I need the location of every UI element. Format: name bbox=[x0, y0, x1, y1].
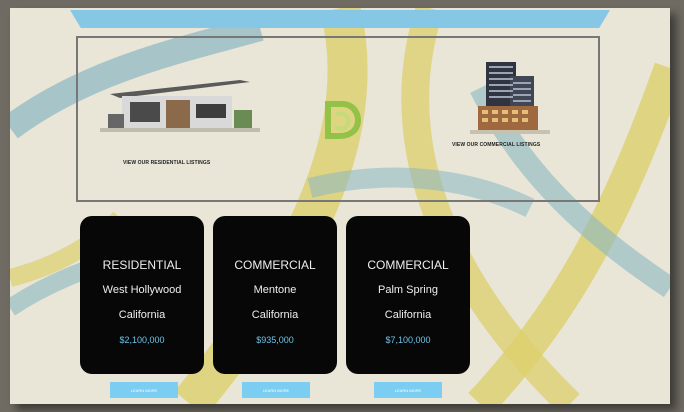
property-price: $2,100,000 bbox=[119, 335, 165, 345]
property-state: California bbox=[251, 309, 299, 321]
property-state: California bbox=[384, 309, 432, 321]
property-city: West Hollywood bbox=[102, 284, 182, 296]
property-card[interactable]: COMMERCIAL Palm Spring California $7,100… bbox=[346, 216, 470, 374]
property-card[interactable]: COMMERCIAL Mentone California $935,000 bbox=[213, 216, 337, 374]
property-type: COMMERCIAL bbox=[367, 258, 449, 272]
residential-listings-link[interactable]: VIEW OUR RESIDENTIAL LISTINGS bbox=[123, 160, 210, 166]
property-type: RESIDENTIAL bbox=[102, 258, 182, 272]
property-city: Palm Spring bbox=[378, 284, 438, 296]
listings-panel: VIEW OUR RESIDENTIAL LISTINGS VIEW OUR C… bbox=[76, 36, 600, 202]
learn-more-button[interactable]: LEARN MORE bbox=[110, 382, 178, 398]
top-banner bbox=[70, 10, 610, 28]
property-type: COMMERCIAL bbox=[234, 258, 316, 272]
property-state: California bbox=[118, 309, 166, 321]
commercial-listings-link[interactable]: VIEW OUR COMMERCIAL LISTINGS bbox=[452, 142, 540, 148]
residential-house-image[interactable] bbox=[100, 74, 260, 134]
property-city: Mentone bbox=[253, 284, 297, 296]
page-frame: VIEW OUR RESIDENTIAL LISTINGS VIEW OUR C… bbox=[10, 8, 670, 404]
property-price: $7,100,000 bbox=[385, 335, 431, 345]
property-price: $935,000 bbox=[256, 335, 294, 345]
property-card[interactable]: RESIDENTIAL West Hollywood California $2… bbox=[80, 216, 204, 374]
brand-logo-icon bbox=[325, 101, 362, 139]
commercial-building-image[interactable] bbox=[470, 56, 550, 136]
learn-more-button[interactable]: LEARN MORE bbox=[242, 382, 310, 398]
learn-more-button[interactable]: LEARN MORE bbox=[374, 382, 442, 398]
